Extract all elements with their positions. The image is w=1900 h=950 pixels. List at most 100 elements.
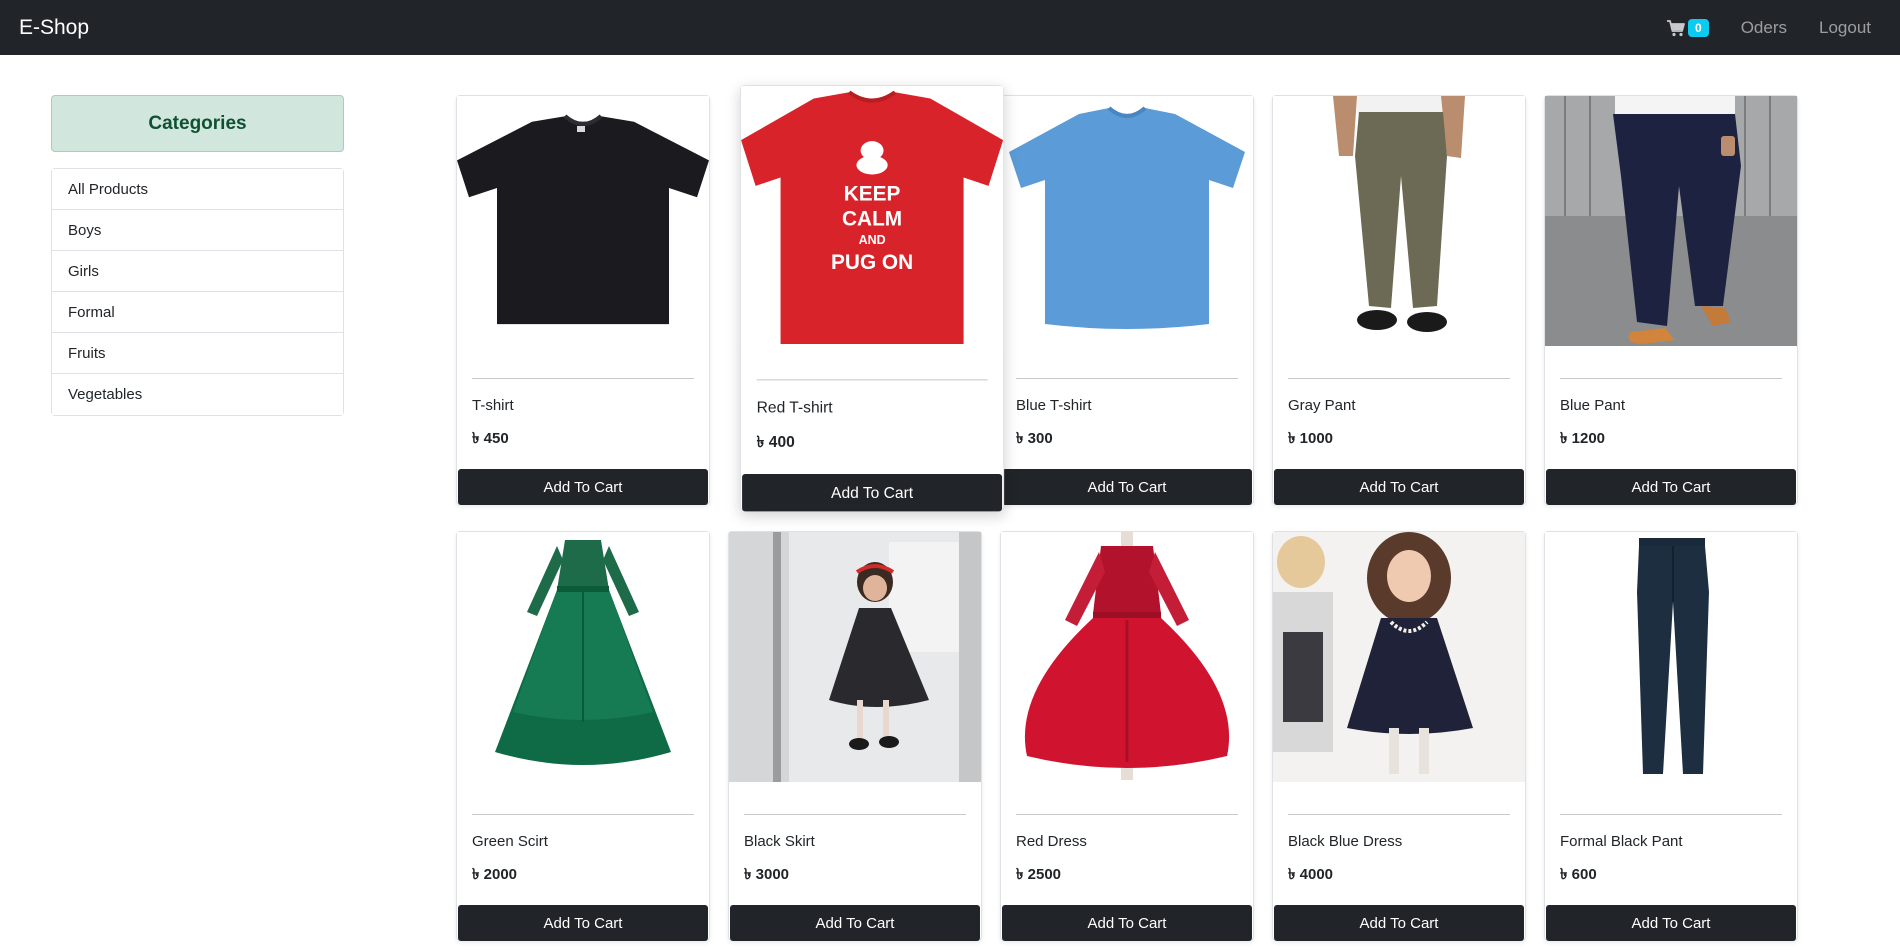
add-to-cart-button[interactable]: Add To Cart [458, 905, 708, 941]
add-to-cart-button[interactable]: Add To Cart [1002, 469, 1252, 505]
product-grid: T-shirt ৳ 450 Add To Cart KEEP CALM AND … [456, 85, 1798, 941]
add-to-cart-button[interactable]: Add To Cart [1546, 905, 1796, 941]
category-item-boys[interactable]: Boys [52, 210, 343, 251]
divider [1016, 814, 1238, 815]
price-value: 2500 [1027, 866, 1062, 883]
divider [744, 814, 966, 815]
product-image-navy-dress-girl[interactable] [1273, 532, 1525, 782]
product-card: T-shirt ৳ 450 Add To Cart [456, 95, 710, 505]
svg-text:AND: AND [859, 233, 886, 247]
product-image-green-gown[interactable] [457, 532, 709, 782]
divider [1560, 378, 1782, 379]
product-name: Red T-shirt [756, 399, 833, 417]
product-price: ৳ 4000 [1288, 863, 1510, 888]
price-value: 2000 [483, 866, 518, 883]
svg-text:PUG ON: PUG ON [831, 251, 913, 274]
product-image-red-dress[interactable] [1001, 532, 1253, 782]
product-name: Green Scirt [472, 833, 548, 850]
product-card: Blue T-shirt ৳ 300 Add To Cart [1000, 95, 1254, 505]
add-to-cart-button[interactable]: Add To Cart [1546, 469, 1796, 505]
product-image-black-dress-girl[interactable] [729, 532, 981, 782]
category-sidebar: Categories All Products Boys Girls Forma… [51, 95, 344, 416]
currency-symbol: ৳ [1016, 430, 1024, 447]
category-list: All Products Boys Girls Formal Fruits Ve… [51, 168, 344, 416]
product-name: Blue T-shirt [1016, 397, 1092, 414]
divider [1016, 378, 1238, 379]
price-value: 4000 [1299, 866, 1334, 883]
currency-symbol: ৳ [472, 430, 480, 447]
add-to-cart-button[interactable]: Add To Cart [458, 469, 708, 505]
product-image-blue-tshirt[interactable] [1001, 96, 1253, 346]
category-item-vegetables[interactable]: Vegetables [52, 374, 343, 415]
product-name: Blue Pant [1560, 397, 1626, 414]
cart-button[interactable]: 0 [1666, 18, 1709, 37]
product-price: ৳ 3000 [744, 863, 966, 888]
product-price: ৳ 2500 [1016, 863, 1238, 888]
divider [472, 814, 694, 815]
product-price: ৳ 450 [472, 427, 694, 452]
product-card: Formal Black Pant ৳ 600 Add To Cart [1544, 531, 1798, 941]
tshirt-print-text: KEEP [844, 182, 901, 205]
price-value: 400 [768, 433, 795, 452]
product-name: Gray Pant [1288, 397, 1356, 414]
product-card: Green Scirt ৳ 2000 Add To Cart [456, 531, 710, 941]
add-to-cart-button[interactable]: Add To Cart [730, 905, 980, 941]
product-name: Black Blue Dress [1288, 833, 1403, 850]
currency-symbol: ৳ [744, 866, 752, 883]
category-item-formal[interactable]: Formal [52, 292, 343, 333]
category-item-fruits[interactable]: Fruits [52, 333, 343, 374]
currency-symbol: ৳ [756, 433, 765, 452]
currency-symbol: ৳ [1016, 866, 1024, 883]
divider [756, 379, 988, 381]
product-card: Red Dress ৳ 2500 Add To Cart [1000, 531, 1254, 941]
currency-symbol: ৳ [1560, 866, 1568, 883]
currency-symbol: ৳ [1288, 866, 1296, 883]
orders-link[interactable]: Oders [1741, 18, 1787, 38]
add-to-cart-button[interactable]: Add To Cart [1274, 905, 1524, 941]
product-price: ৳ 600 [1560, 863, 1782, 888]
divider [1560, 814, 1782, 815]
currency-symbol: ৳ [1288, 430, 1296, 447]
product-image-formal-black-pant[interactable] [1545, 532, 1797, 782]
price-value: 1200 [1571, 430, 1606, 447]
product-card: Gray Pant ৳ 1000 Add To Cart [1272, 95, 1526, 505]
currency-symbol: ৳ [1560, 430, 1568, 447]
add-to-cart-button[interactable]: Add To Cart [742, 473, 1003, 512]
divider [1288, 378, 1510, 379]
product-image-red-tshirt[interactable]: KEEP CALM AND PUG ON [741, 86, 1004, 347]
product-price: ৳ 400 [757, 430, 988, 456]
logout-link[interactable]: Logout [1819, 18, 1871, 38]
svg-text:CALM: CALM [842, 207, 902, 230]
top-navbar: E-Shop 0 Oders Logout [0, 0, 1900, 55]
cart-count-badge: 0 [1688, 18, 1709, 37]
add-to-cart-button[interactable]: Add To Cart [1002, 905, 1252, 941]
categories-heading: Categories [51, 95, 344, 152]
product-name: Red Dress [1016, 833, 1087, 850]
currency-symbol: ৳ [472, 866, 480, 883]
product-name: Black Skirt [744, 833, 815, 850]
price-value: 1000 [1299, 430, 1334, 447]
product-card: Black Blue Dress ৳ 4000 Add To Cart [1272, 531, 1526, 941]
product-image-black-tshirt[interactable] [457, 96, 709, 346]
product-card: Blue Pant ৳ 1200 Add To Cart [1544, 95, 1798, 505]
product-price: ৳ 300 [1016, 427, 1238, 452]
price-value: 450 [483, 430, 509, 447]
product-name: Formal Black Pant [1560, 833, 1683, 850]
nav-right: 0 Oders Logout [1666, 18, 1881, 38]
add-to-cart-button[interactable]: Add To Cart [1274, 469, 1524, 505]
price-value: 300 [1027, 430, 1053, 447]
product-image-blue-pant[interactable] [1545, 96, 1797, 346]
product-price: ৳ 1000 [1288, 427, 1510, 452]
category-item-girls[interactable]: Girls [52, 251, 343, 292]
brand-logo[interactable]: E-Shop [19, 16, 89, 40]
shopping-cart-icon [1666, 19, 1686, 37]
product-card: Black Skirt ৳ 3000 Add To Cart [728, 531, 982, 941]
divider [472, 378, 694, 379]
product-price: ৳ 2000 [472, 863, 694, 888]
product-name: T-shirt [472, 397, 514, 414]
product-card: KEEP CALM AND PUG ON Red T-shirt ৳ 400 A… [740, 85, 1005, 512]
price-value: 3000 [755, 866, 790, 883]
product-image-gray-pant[interactable] [1273, 96, 1525, 346]
category-item-all-products[interactable]: All Products [52, 169, 343, 210]
product-price: ৳ 1200 [1560, 427, 1782, 452]
